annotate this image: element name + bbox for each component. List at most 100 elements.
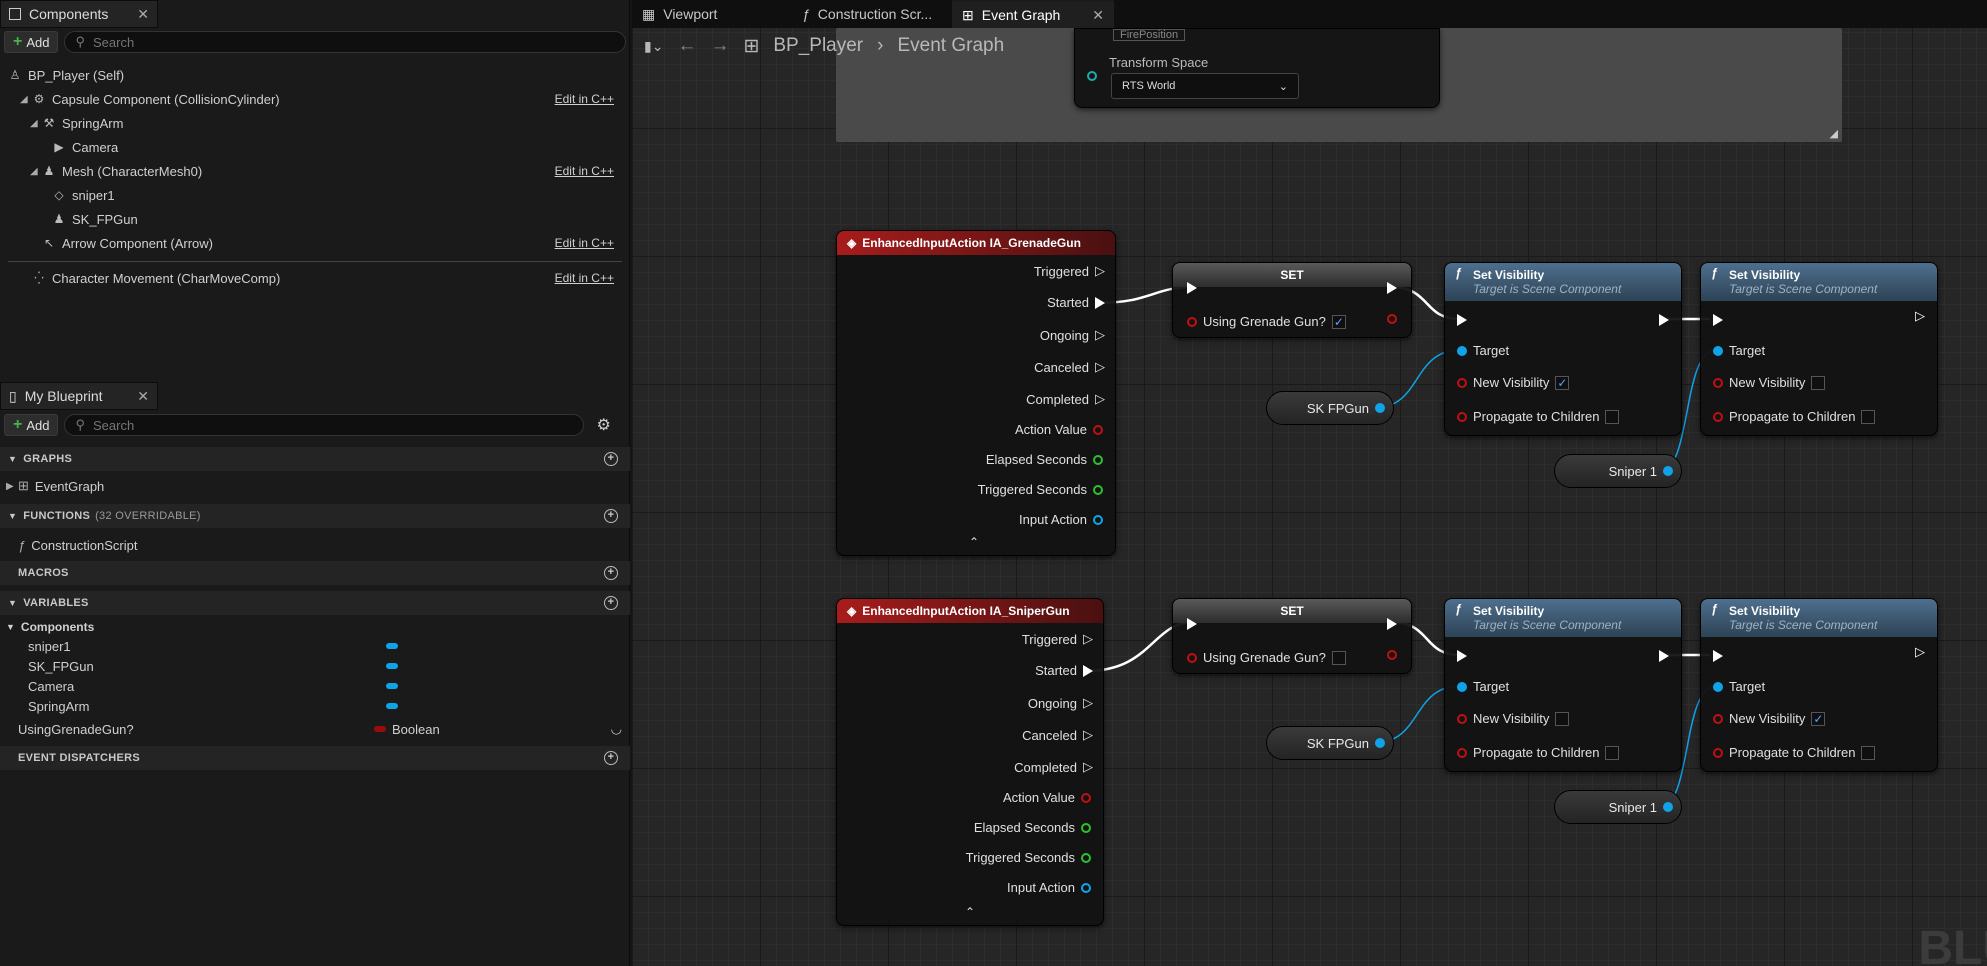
- collapse-chevron-icon[interactable]: ⌃: [965, 905, 975, 919]
- set-visibility-node-1a[interactable]: ƒ Set Visibility Target is Scene Component…: [1444, 262, 1682, 436]
- components-search[interactable]: ⚲: [64, 31, 626, 53]
- component-charmove[interactable]: ⁛ Character Movement (CharMoveComp) Edit…: [0, 267, 624, 289]
- pin-new-visibility[interactable]: New Visibility: [1457, 711, 1570, 726]
- exec-pin-icon[interactable]: [1713, 314, 1723, 326]
- transform-space-dropdown[interactable]: RTS World ⌄: [1111, 73, 1299, 99]
- variable-item[interactable]: sniper1: [0, 636, 630, 656]
- object-pin-icon[interactable]: [1457, 345, 1467, 356]
- blueprint-search[interactable]: ⚲: [64, 414, 585, 436]
- exec-pin-icon[interactable]: [1713, 650, 1723, 662]
- exec-pin-icon[interactable]: ▷: [1915, 308, 1925, 324]
- event-graph-canvas[interactable]: ◢ FirePosition Transform Space RTS World…: [632, 0, 1987, 966]
- edit-in-cpp-link[interactable]: Edit in C++: [555, 92, 614, 106]
- component-capsule[interactable]: ◢ ⚙ Capsule Component (CollisionCylinder…: [0, 88, 624, 110]
- set-node-1[interactable]: SET Using Grenade Gun? ✓: [1172, 262, 1412, 338]
- object-pin-icon[interactable]: [1713, 681, 1723, 692]
- event-node-grenade[interactable]: ◈ EnhancedInputAction IA_GrenadeGun Trigg…: [836, 230, 1116, 556]
- bool-pin-icon[interactable]: [1457, 411, 1467, 422]
- object-pin-icon[interactable]: [1093, 514, 1103, 525]
- pin-started[interactable]: Started: [1035, 663, 1093, 678]
- pin-canceled[interactable]: Canceled ▷: [1022, 727, 1093, 743]
- var-node-sniper[interactable]: Sniper 1: [1554, 454, 1682, 488]
- object-pin-icon[interactable]: [1081, 882, 1091, 893]
- close-icon[interactable]: ✕: [137, 6, 149, 23]
- pin-propagate[interactable]: Propagate to Children: [1457, 409, 1620, 424]
- variable-group-components[interactable]: ▼ Components: [0, 617, 630, 637]
- exec-pin-icon[interactable]: [1457, 650, 1467, 662]
- pin-new-visibility[interactable]: New Visibility: [1713, 375, 1826, 390]
- object-pin-icon[interactable]: [1663, 802, 1673, 812]
- section-variables[interactable]: ▼ VARIABLES +: [0, 591, 630, 615]
- tab-my-blueprint[interactable]: ▯ My Blueprint ✕: [0, 382, 158, 410]
- bool-pin-icon[interactable]: [1713, 411, 1723, 422]
- transform-node[interactable]: FirePosition Transform Space RTS World ⌄: [1074, 28, 1440, 108]
- collapse-arrow-icon[interactable]: ◢: [20, 94, 32, 105]
- add-graph-icon[interactable]: +: [604, 452, 618, 466]
- pin-completed[interactable]: Completed ▷: [1026, 391, 1105, 407]
- variable-item[interactable]: SK_FPGun: [0, 656, 630, 676]
- exec-pin-icon[interactable]: ▷: [1095, 327, 1105, 343]
- blueprint-search-input[interactable]: [93, 417, 574, 433]
- pin-action-value[interactable]: Action Value: [1003, 790, 1091, 805]
- pin-elapsed-seconds[interactable]: Elapsed Seconds: [974, 820, 1091, 835]
- pin-target[interactable]: Target: [1457, 679, 1509, 694]
- bool-pin-icon[interactable]: [1187, 316, 1197, 327]
- float-pin-icon[interactable]: [1081, 852, 1091, 863]
- exec-pin-icon[interactable]: ▷: [1083, 631, 1093, 647]
- exec-pin-icon[interactable]: [1387, 618, 1397, 630]
- pin-triggered[interactable]: Triggered ▷: [1022, 631, 1093, 647]
- field-value[interactable]: FirePosition: [1113, 29, 1186, 41]
- pin-triggered-seconds[interactable]: Triggered Seconds: [978, 482, 1103, 497]
- tab-construction-script[interactable]: ƒ Construction Scr...: [792, 0, 952, 28]
- object-pin-icon[interactable]: [1375, 738, 1385, 748]
- pin-propagate[interactable]: Propagate to Children: [1713, 409, 1876, 424]
- section-graphs[interactable]: ▼ GRAPHS +: [0, 447, 630, 471]
- tab-components[interactable]: Components ✕: [0, 0, 158, 28]
- collapse-arrow-icon[interactable]: ◢: [30, 166, 42, 177]
- pin-completed[interactable]: Completed ▷: [1014, 759, 1093, 775]
- pin-input-action[interactable]: Input Action: [1019, 512, 1103, 527]
- components-search-input[interactable]: [93, 34, 615, 50]
- add-dispatcher-icon[interactable]: +: [604, 751, 618, 765]
- exec-pin-icon[interactable]: [1659, 650, 1669, 662]
- event-node-sniper[interactable]: ◈ EnhancedInputAction IA_SniperGun Trigge…: [836, 598, 1104, 926]
- pin-input-action[interactable]: Input Action: [1007, 880, 1091, 895]
- exec-pin-icon[interactable]: ▷: [1083, 727, 1093, 743]
- object-pin-icon[interactable]: [1663, 466, 1673, 476]
- float-pin-icon[interactable]: [1093, 454, 1103, 465]
- checkbox-checked[interactable]: ✓: [1555, 375, 1570, 390]
- edit-in-cpp-link[interactable]: Edit in C++: [555, 271, 614, 285]
- exec-pin-icon[interactable]: [1659, 314, 1669, 326]
- collapse-chevron-icon[interactable]: ⌃: [969, 535, 979, 549]
- tab-event-graph[interactable]: ⊞ Event Graph ✕: [952, 0, 1114, 28]
- set-visibility-node-1b[interactable]: ƒ Set Visibility Target is Scene Component…: [1700, 262, 1938, 436]
- set-visibility-node-2b[interactable]: ƒ Set Visibility Target is Scene Component…: [1700, 598, 1938, 772]
- object-pin-icon[interactable]: [1375, 403, 1385, 413]
- bool-pin-icon[interactable]: [1457, 747, 1467, 758]
- pin-target[interactable]: Target: [1457, 343, 1509, 358]
- exec-pin-icon[interactable]: [1187, 282, 1197, 294]
- pin-using-grenade[interactable]: Using Grenade Gun?: [1187, 650, 1346, 665]
- pin-propagate[interactable]: Propagate to Children: [1457, 745, 1620, 760]
- bool-pin-icon[interactable]: [1081, 792, 1091, 803]
- section-event-dispatchers[interactable]: EVENT DISPATCHERS +: [0, 746, 630, 770]
- pin-icon[interactable]: [1087, 71, 1097, 81]
- function-item-constructionscript[interactable]: ƒ ConstructionScript: [0, 535, 630, 555]
- variable-item-bool[interactable]: UsingGrenadeGun? Boolean ◡: [0, 719, 630, 739]
- component-springarm[interactable]: ◢ ⚒ SpringArm: [0, 112, 624, 134]
- var-node-sniper[interactable]: Sniper 1: [1554, 790, 1682, 824]
- pin-canceled[interactable]: Canceled ▷: [1034, 359, 1105, 375]
- pin-elapsed-seconds[interactable]: Elapsed Seconds: [986, 452, 1103, 467]
- var-node-skfpgun[interactable]: SK FPGun: [1266, 726, 1394, 760]
- variable-item[interactable]: Camera: [0, 676, 630, 696]
- collapse-arrow-icon[interactable]: ▼: [6, 622, 15, 632]
- checkbox-checked[interactable]: ✓: [1811, 711, 1826, 726]
- component-arrow[interactable]: ↖ Arrow Component (Arrow) Edit in C++: [0, 232, 624, 254]
- variable-type[interactable]: Boolean: [392, 722, 440, 737]
- bool-pin-icon[interactable]: [1387, 314, 1397, 324]
- tab-viewport[interactable]: ▦ Viewport: [632, 0, 792, 28]
- bool-pin-icon[interactable]: [1713, 377, 1723, 388]
- exec-pin-icon[interactable]: ▷: [1095, 263, 1105, 279]
- back-arrow-icon[interactable]: ←: [677, 35, 696, 57]
- settings-gear-icon[interactable]: ⚙: [596, 415, 610, 435]
